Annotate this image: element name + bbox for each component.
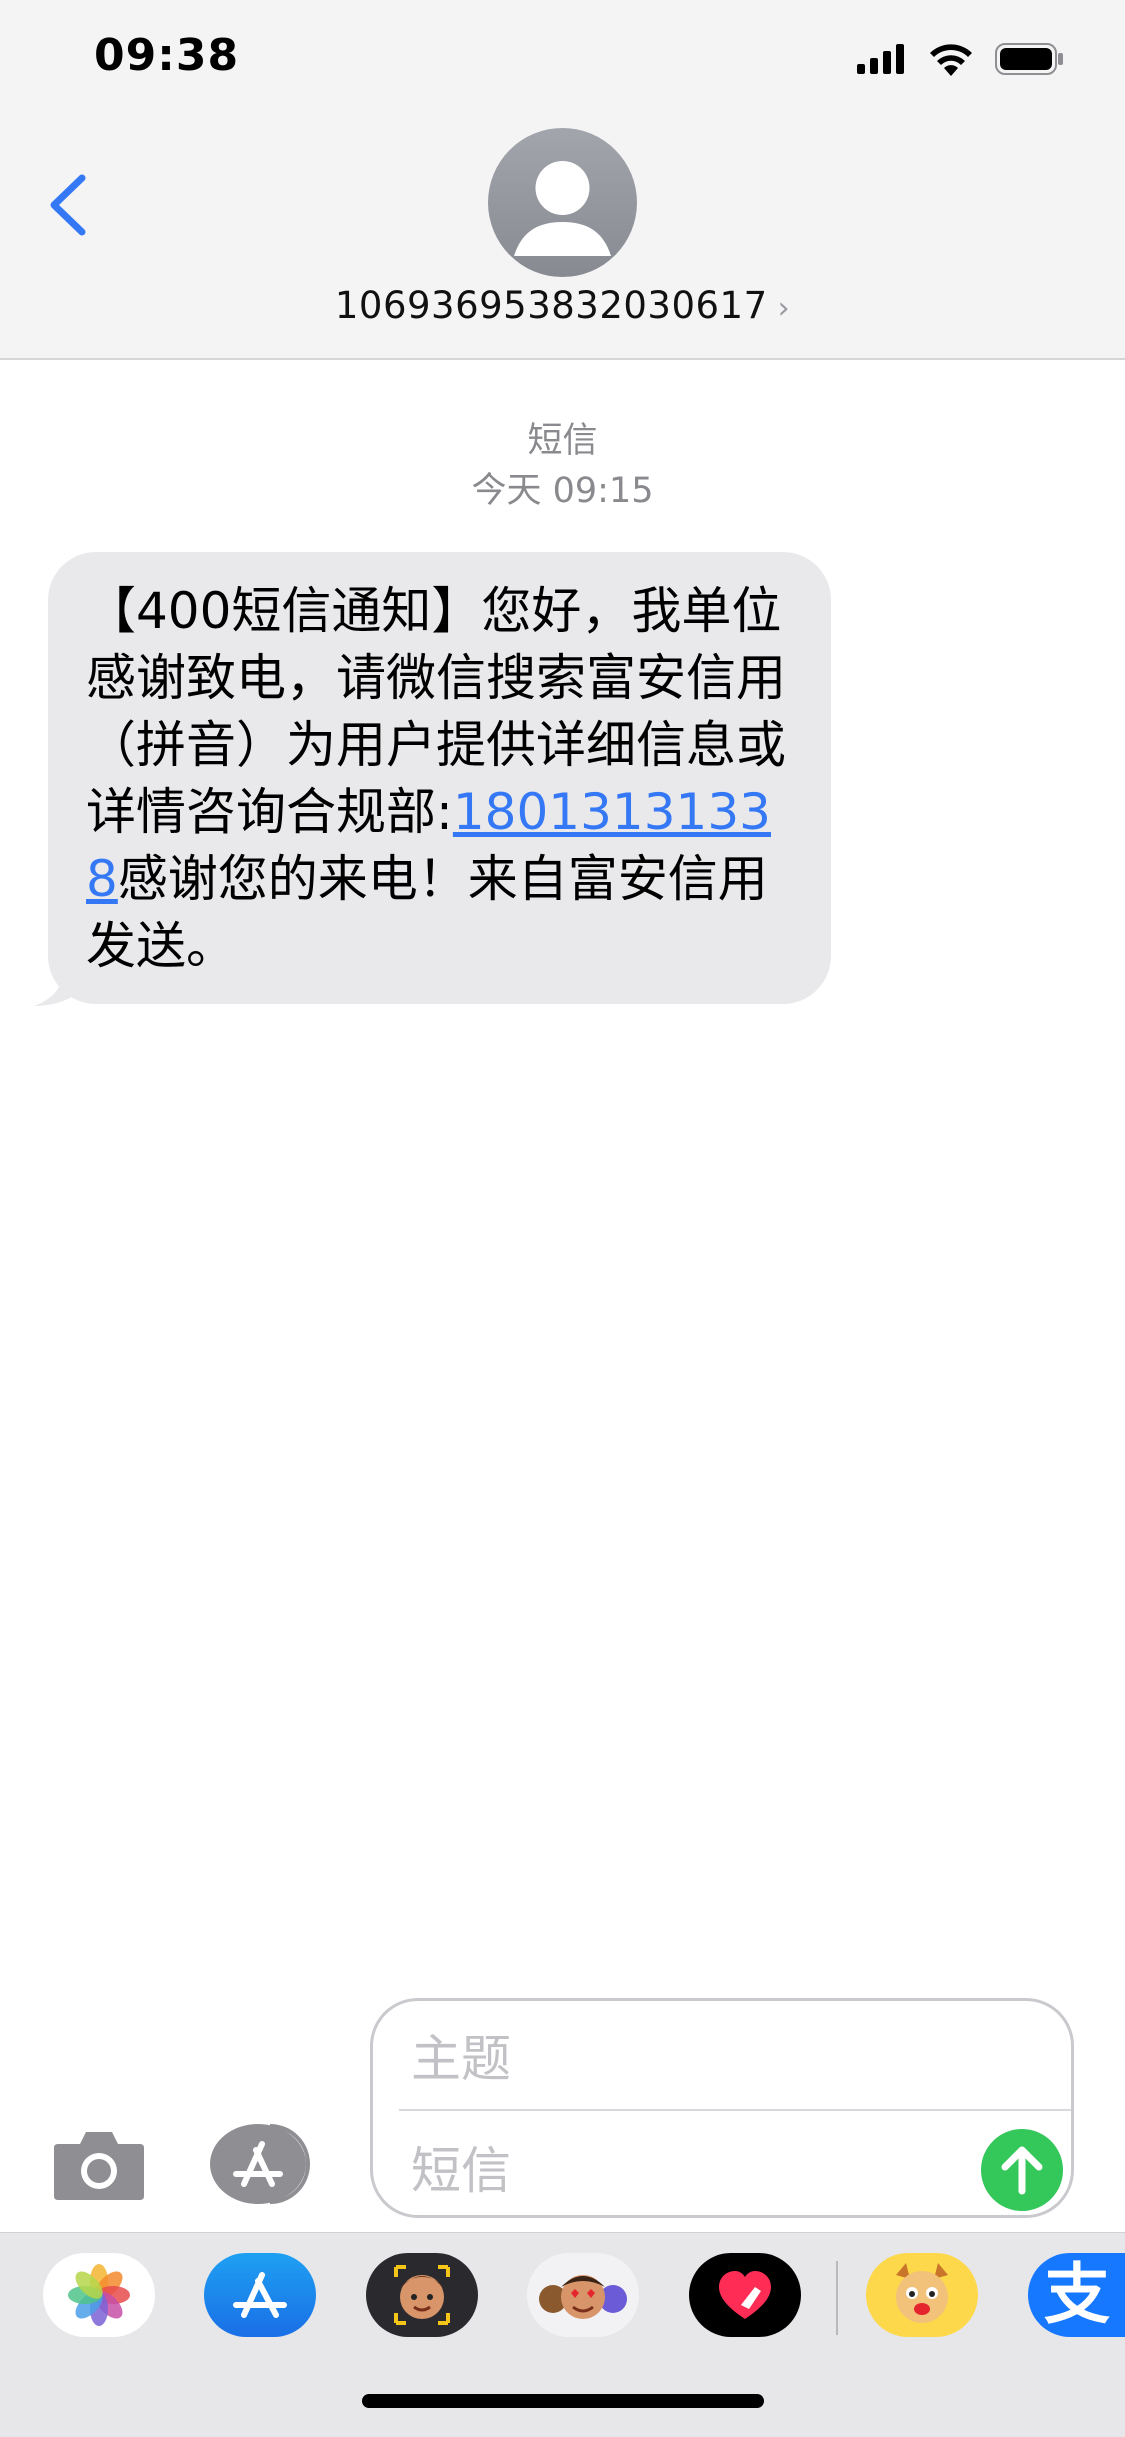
alipay-app-button[interactable]: 支 xyxy=(1028,2253,1125,2337)
message-compose-field[interactable]: 主题 短信 xyxy=(370,1998,1074,2218)
app-store-drawer-button[interactable] xyxy=(208,2122,320,2206)
incoming-message-bubble[interactable]: 【400短信通知】您好，我单位感谢致电，请微信搜索富安信用（拼音）为用户提供详细… xyxy=(48,552,831,1004)
status-time: 09:38 xyxy=(94,30,240,81)
app-store-button[interactable] xyxy=(204,2253,316,2337)
photos-icon xyxy=(68,2264,130,2326)
battery-icon xyxy=(995,43,1063,75)
contact-detail-chevron-icon: › xyxy=(777,291,791,326)
sticker-app-button[interactable] xyxy=(866,2253,978,2337)
message-text-after-link: 感谢您的来电！来自富安信用发送。 xyxy=(86,850,768,975)
app-store-icon xyxy=(233,2272,287,2318)
camera-button[interactable] xyxy=(52,2126,146,2202)
subject-input[interactable]: 主题 xyxy=(411,2019,511,2091)
arrow-up-icon xyxy=(1001,2146,1043,2195)
alipay-icon: 支 xyxy=(1044,2256,1110,2333)
animoji-button[interactable] xyxy=(527,2253,639,2337)
message-timestamp: 今天 09:15 xyxy=(471,471,654,511)
digital-touch-button[interactable] xyxy=(689,2253,801,2337)
animoji-icon xyxy=(539,2275,627,2319)
contact-number: 106936953832030617 xyxy=(334,284,768,327)
conversation-header: 09:38 106936953832030617 › xyxy=(0,0,1125,360)
home-indicator[interactable] xyxy=(362,2394,764,2408)
compose-divider xyxy=(399,2109,1071,2111)
cellular-signal-icon xyxy=(857,44,904,74)
service-label: 短信 xyxy=(527,421,598,461)
photos-app-button[interactable] xyxy=(43,2253,155,2337)
contact-name[interactable]: 106936953832030617 › xyxy=(0,284,1125,327)
contact-avatar[interactable] xyxy=(488,128,637,277)
memoji-icon xyxy=(394,2265,450,2325)
person-silhouette-icon xyxy=(514,161,611,256)
sticker-icon xyxy=(896,2263,948,2323)
wifi-icon xyxy=(930,44,972,76)
message-text: 【400短信通知】您好，我单位感谢致电，请微信搜索富安信用（拼音）为用户提供详细… xyxy=(86,578,793,980)
digital-touch-icon xyxy=(719,2271,771,2319)
status-icons xyxy=(857,42,1065,76)
message-input[interactable]: 短信 xyxy=(411,2131,511,2203)
send-button[interactable] xyxy=(981,2129,1063,2211)
app-strip-divider xyxy=(836,2261,838,2335)
back-chevron-icon[interactable] xyxy=(38,160,98,250)
memoji-button[interactable] xyxy=(366,2253,478,2337)
